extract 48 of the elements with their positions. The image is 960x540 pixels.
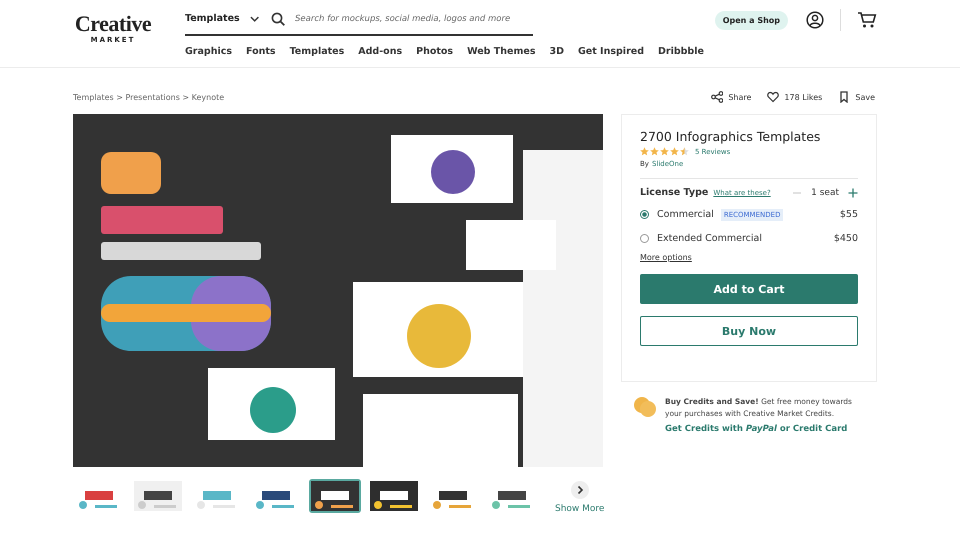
seat-count: 1 seat bbox=[811, 188, 839, 198]
nav-link[interactable]: Photos bbox=[416, 46, 454, 57]
price: $450 bbox=[834, 233, 858, 244]
star-icon bbox=[640, 147, 649, 156]
nav-link[interactable]: Add-ons bbox=[358, 46, 402, 57]
nav-link[interactable]: Fonts bbox=[246, 46, 276, 57]
cart-icon[interactable] bbox=[857, 11, 877, 29]
breadcrumb[interactable]: Templates > Presentations > Keynote bbox=[73, 92, 224, 102]
coins-icon bbox=[633, 396, 657, 418]
add-to-cart-button[interactable]: Add to Cart bbox=[640, 274, 858, 304]
license-label: License Type bbox=[640, 187, 708, 198]
thumbnail-button[interactable] bbox=[132, 479, 184, 513]
show-more-link[interactable]: Show More bbox=[555, 504, 604, 514]
nav-link[interactable]: Web Themes bbox=[467, 46, 536, 57]
star-icon bbox=[670, 147, 679, 156]
bookmark-icon[interactable] bbox=[838, 91, 850, 103]
star-icon bbox=[680, 147, 689, 156]
action-link[interactable]: Save bbox=[855, 92, 875, 102]
chevron-right-icon[interactable] bbox=[570, 481, 589, 499]
heart-icon[interactable] bbox=[767, 91, 780, 103]
license-option[interactable]: Commercial bbox=[657, 209, 714, 220]
buy-now-button[interactable]: Buy Now bbox=[640, 316, 858, 346]
category-dropdown[interactable]: Templates bbox=[185, 13, 259, 24]
star-icon bbox=[650, 147, 659, 156]
action-link[interactable]: Share bbox=[728, 92, 752, 102]
plus-icon[interactable] bbox=[848, 188, 858, 198]
thumbnail-button[interactable] bbox=[309, 479, 361, 513]
nav-link[interactable]: Dribbble bbox=[658, 46, 704, 57]
nav-link[interactable]: Graphics bbox=[185, 46, 232, 57]
more-options-link[interactable]: More options bbox=[640, 253, 858, 262]
thumbnail-button[interactable] bbox=[368, 479, 420, 513]
product-title: 2700 Infographics Templates bbox=[640, 129, 822, 144]
radio-button[interactable] bbox=[640, 234, 649, 243]
chevron-down-icon bbox=[250, 16, 259, 22]
radio-button[interactable] bbox=[640, 210, 649, 219]
search-field[interactable]: Search for mockups, social media, logos and more bbox=[295, 14, 533, 24]
star-icon bbox=[660, 147, 669, 156]
nav-link[interactable]: Templates bbox=[290, 46, 344, 57]
share-icon[interactable] bbox=[711, 91, 724, 103]
action-link[interactable]: 178 Likes bbox=[784, 92, 822, 102]
nav-link[interactable]: 3D bbox=[549, 46, 564, 57]
nav-link[interactable]: Get Inspired bbox=[578, 46, 644, 57]
license-option[interactable]: Extended Commercial bbox=[657, 233, 762, 244]
search-icon bbox=[271, 12, 285, 26]
open-shop-button[interactable]: Open a Shop bbox=[714, 10, 788, 30]
price: $55 bbox=[840, 209, 858, 220]
credits-link[interactable]: Get Credits with PayPal or Credit Card bbox=[665, 424, 870, 434]
user-icon[interactable] bbox=[806, 11, 824, 29]
